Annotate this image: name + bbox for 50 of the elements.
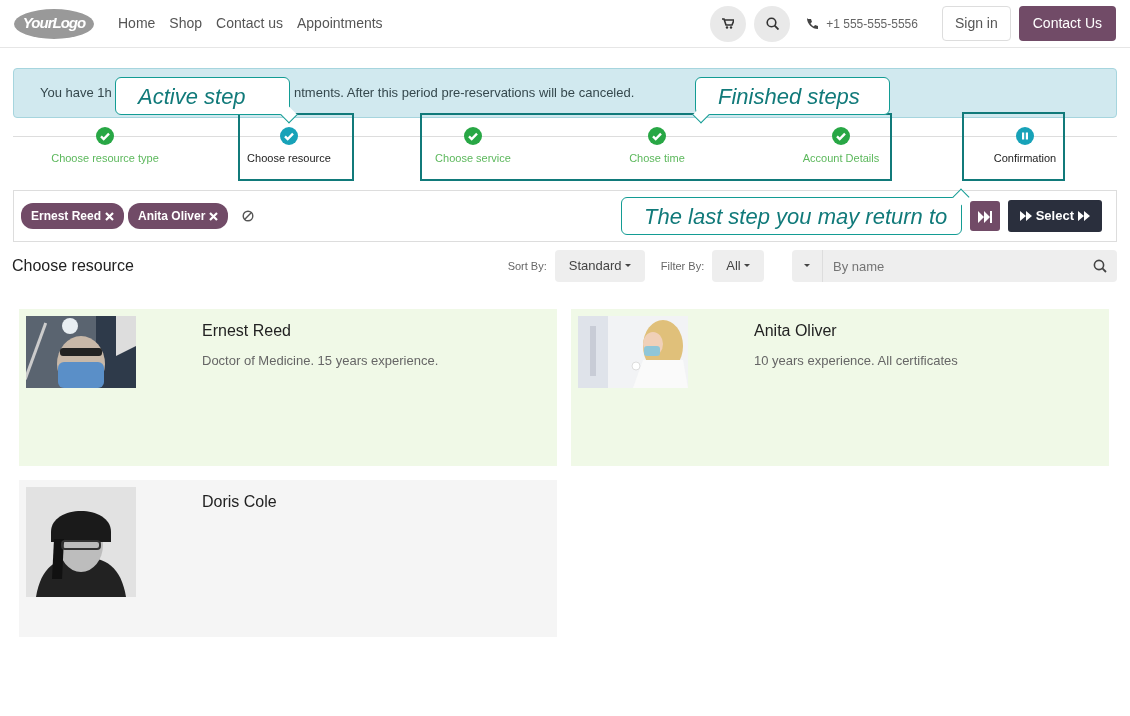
callout: Finished steps <box>695 77 890 115</box>
filter-label: Filter By: <box>660 258 705 274</box>
resource-description: 10 years experience. All certificates <box>754 352 958 370</box>
fast-forward-icon <box>1078 211 1090 221</box>
callout: The last step you may return to <box>621 197 962 235</box>
fast-forward-icon <box>1019 211 1032 221</box>
resource-description: Doctor of Medicine. 15 years experience. <box>202 352 439 370</box>
resource-name: Ernest Reed <box>202 321 292 341</box>
sort-dropdown[interactable]: Standard <box>554 250 645 282</box>
cart-icon <box>722 18 735 29</box>
skip-button[interactable] <box>969 201 1000 231</box>
selected-tag[interactable]: Ernest Reed <box>21 203 125 229</box>
resource-card[interactable]: Doris Cole <box>19 480 557 637</box>
nav-link[interactable]: Shop <box>169 13 203 34</box>
sort-label: Sort By: <box>507 258 547 274</box>
search-icon <box>1093 259 1107 273</box>
phone-number: +1 555-555-5556 <box>826 15 918 33</box>
resource-name: Anita Oliver <box>754 321 838 341</box>
filter-dropdown[interactable]: All <box>712 250 764 282</box>
cart-button[interactable] <box>710 5 747 42</box>
nav-link[interactable]: Appointments <box>297 13 383 34</box>
check-icon <box>96 127 114 145</box>
sign-in-button[interactable]: Sign in <box>941 6 1011 41</box>
contact-button[interactable]: Contact Us <box>1018 6 1116 41</box>
step-label[interactable]: Confirmation <box>993 150 1057 167</box>
remove-icon <box>105 211 115 221</box>
resource-card[interactable]: Anita Oliver 10 years experience. All certificates <box>571 309 1109 466</box>
resource-card[interactable]: Ernest Reed Doctor of Medicine. 15 years experience. <box>19 309 557 466</box>
check-icon <box>280 127 298 145</box>
alert-text: You have 1h <box>40 85 112 101</box>
selected-tag[interactable]: Anita Oliver <box>128 203 229 229</box>
search-button[interactable] <box>754 5 791 42</box>
check-icon <box>464 127 482 145</box>
nav-link[interactable]: Contact us <box>216 13 283 34</box>
step-label[interactable]: Choose resource <box>247 150 331 167</box>
search-icon <box>765 17 779 30</box>
phone-icon <box>806 17 819 30</box>
remove-icon <box>209 211 219 221</box>
skip-icon <box>977 210 992 223</box>
section-title: Choose resource <box>12 256 134 276</box>
resource-name: Doris Cole <box>202 492 277 512</box>
pause-icon <box>1016 127 1034 145</box>
callout: Active step <box>115 77 290 115</box>
search-field[interactable]: By name <box>823 250 1117 282</box>
clear-icon[interactable] <box>242 210 255 222</box>
check-icon <box>832 127 850 145</box>
check-icon <box>648 127 666 145</box>
select-button[interactable]: Select <box>1007 200 1102 232</box>
nav-link[interactable]: Home <box>118 13 156 34</box>
alert-text: ntments. After this period pre-reservations will be canceled. <box>294 84 635 103</box>
